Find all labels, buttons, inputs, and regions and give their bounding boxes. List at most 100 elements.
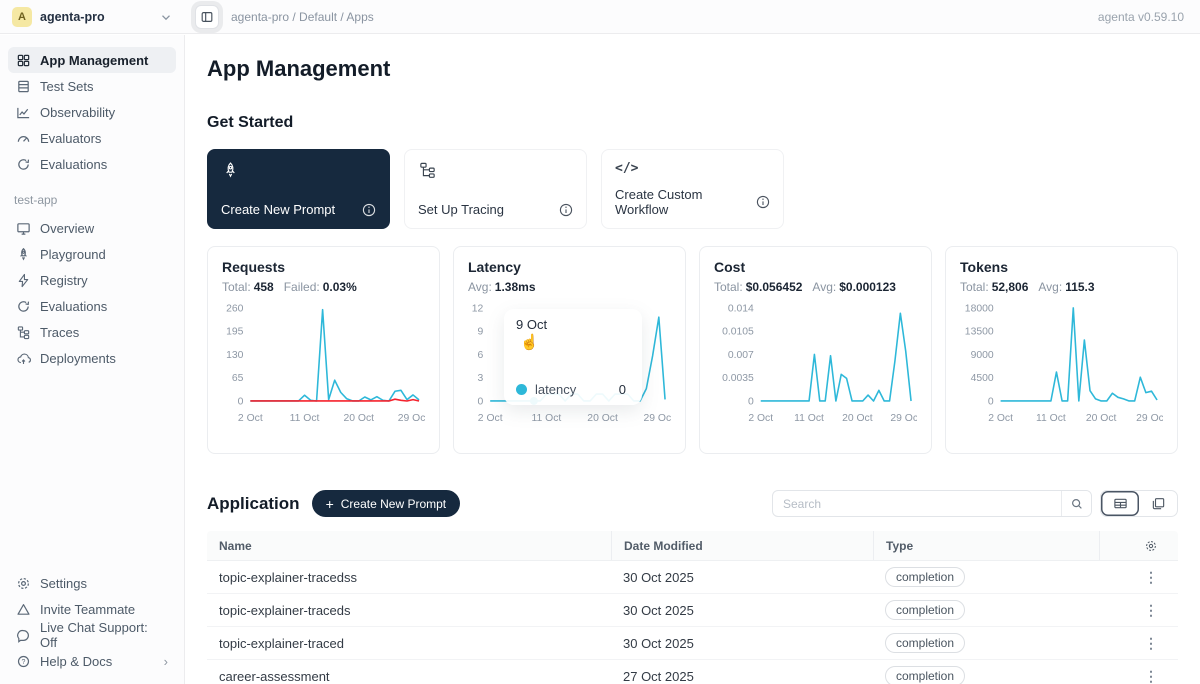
row-menu-icon[interactable]: ⋮ bbox=[1144, 635, 1158, 652]
sidebar-item-settings[interactable]: Settings bbox=[8, 570, 176, 596]
chat-bubble-icon bbox=[16, 628, 31, 643]
card-label: Create New Prompt bbox=[221, 202, 335, 217]
sidebar-item-observability[interactable]: Observability bbox=[8, 99, 176, 125]
app-name: topic-explainer-tracedss bbox=[207, 570, 611, 585]
cost-chart[interactable]: 00.00350.0070.01050.0142 Oct11 Oct20 Oct… bbox=[714, 298, 917, 437]
tracing-tree-icon bbox=[418, 161, 573, 180]
table-view-button[interactable] bbox=[1101, 491, 1139, 516]
svg-text:2 Oct: 2 Oct bbox=[478, 413, 503, 424]
chart-stats: Total:$0.056452Avg:$0.000123 bbox=[714, 280, 917, 294]
row-menu-icon[interactable]: ⋮ bbox=[1144, 602, 1158, 619]
sidebar-item-registry[interactable]: Registry bbox=[8, 267, 176, 293]
refresh-icon bbox=[16, 299, 31, 314]
search-icon[interactable] bbox=[1061, 491, 1091, 516]
card-view-button[interactable] bbox=[1139, 491, 1177, 516]
column-header-type[interactable]: Type bbox=[873, 531, 1099, 560]
sidebar-item-label: Registry bbox=[40, 273, 88, 288]
sidebar-item-deployments[interactable]: Deployments bbox=[8, 345, 176, 371]
topbar: A agenta-pro agenta-pro / Default / Apps… bbox=[0, 0, 1200, 34]
sidebar-item-app-evaluations[interactable]: Evaluations bbox=[8, 293, 176, 319]
sidebar-item-playground[interactable]: Playground bbox=[8, 241, 176, 267]
chart-title: Latency bbox=[468, 259, 671, 275]
sidebar-item-label: Evaluations bbox=[40, 157, 107, 172]
refresh-icon bbox=[16, 157, 31, 172]
app-date-modified: 27 Oct 2025 bbox=[611, 669, 873, 684]
create-new-prompt-button[interactable]: + Create New Prompt bbox=[312, 490, 461, 517]
table-row[interactable]: topic-explainer-tracedss 30 Oct 2025 com… bbox=[207, 561, 1178, 594]
column-header-name[interactable]: Name bbox=[207, 539, 611, 553]
workspace-selector[interactable]: A agenta-pro bbox=[0, 7, 185, 27]
create-button-label: Create New Prompt bbox=[341, 497, 446, 511]
table-row[interactable]: topic-explainer-traceds 30 Oct 2025 comp… bbox=[207, 594, 1178, 627]
svg-text:20 Oct: 20 Oct bbox=[842, 413, 873, 424]
info-icon[interactable] bbox=[756, 195, 770, 209]
card-label: Set Up Tracing bbox=[418, 202, 504, 217]
sidebar-item-evaluations[interactable]: Evaluations bbox=[8, 151, 176, 177]
sidebar-item-label: Evaluators bbox=[40, 131, 101, 146]
sidebar-item-overview[interactable]: Overview bbox=[8, 215, 176, 241]
tooltip-date: 9 Oct bbox=[516, 317, 630, 332]
sidebar-item-label: App Management bbox=[40, 53, 148, 68]
column-header-actions bbox=[1099, 531, 1178, 560]
column-header-date-modified[interactable]: Date Modified bbox=[611, 531, 873, 560]
lightning-icon bbox=[16, 273, 31, 288]
svg-text:0: 0 bbox=[748, 396, 754, 407]
svg-text:20 Oct: 20 Oct bbox=[344, 413, 375, 424]
table-row[interactable]: career-assessment 27 Oct 2025 completion… bbox=[207, 660, 1178, 684]
chart-title: Tokens bbox=[960, 259, 1163, 275]
info-icon[interactable] bbox=[362, 203, 376, 217]
gauge-icon bbox=[16, 131, 31, 146]
monitor-icon bbox=[16, 221, 31, 236]
gear-icon[interactable] bbox=[1144, 539, 1158, 553]
svg-text:4500: 4500 bbox=[971, 373, 994, 384]
table-row[interactable]: topic-explainer-traced 30 Oct 2025 compl… bbox=[207, 627, 1178, 660]
cursor-icon: ☝ bbox=[520, 333, 539, 351]
app-name: topic-explainer-traced bbox=[207, 636, 611, 651]
sidebar-item-invite-teammate[interactable]: Invite Teammate bbox=[8, 596, 176, 622]
sidebar-item-label: Test Sets bbox=[40, 79, 93, 94]
requests-chart[interactable]: 0651301952602 Oct11 Oct20 Oct29 Oct bbox=[222, 298, 425, 437]
create-new-prompt-card[interactable]: Create New Prompt bbox=[207, 149, 390, 229]
line-chart-icon bbox=[16, 105, 31, 120]
gear-icon bbox=[16, 576, 31, 591]
svg-text:9: 9 bbox=[477, 327, 483, 338]
sidebar-item-label: Deployments bbox=[40, 351, 116, 366]
sidebar-collapse-button[interactable] bbox=[195, 5, 219, 29]
create-custom-workflow-card[interactable]: </> Create Custom Workflow bbox=[601, 149, 784, 229]
view-toggle bbox=[1100, 490, 1178, 517]
type-badge: completion bbox=[885, 666, 965, 684]
cost-chart-card: Cost Total:$0.056452Avg:$0.000123 00.003… bbox=[699, 246, 932, 454]
requests-chart-card: Requests Total:458Failed:0.03% 065130195… bbox=[207, 246, 440, 454]
svg-text:0: 0 bbox=[238, 396, 244, 407]
set-up-tracing-card[interactable]: Set Up Tracing bbox=[404, 149, 587, 229]
code-icon: </> bbox=[615, 161, 638, 176]
tokens-chart[interactable]: 04500900013500180002 Oct11 Oct20 Oct29 O… bbox=[960, 298, 1163, 437]
info-icon[interactable] bbox=[559, 203, 573, 217]
row-menu-icon[interactable]: ⋮ bbox=[1144, 668, 1158, 684]
app-name: career-assessment bbox=[207, 669, 611, 684]
sidebar-item-label: Evaluations bbox=[40, 299, 107, 314]
row-menu-icon[interactable]: ⋮ bbox=[1144, 569, 1158, 586]
svg-text:11 Oct: 11 Oct bbox=[1036, 413, 1066, 424]
svg-text:0.014: 0.014 bbox=[728, 303, 754, 314]
chart-hover-tooltip: 9 Oct ☝ latency 0 bbox=[504, 309, 642, 405]
get-started-title: Get Started bbox=[207, 114, 1178, 132]
search-input[interactable] bbox=[773, 497, 1061, 511]
sidebar-item-evaluators[interactable]: Evaluators bbox=[8, 125, 176, 151]
sidebar-item-app-management[interactable]: App Management bbox=[8, 47, 176, 73]
type-badge: completion bbox=[885, 633, 965, 653]
svg-text:0.007: 0.007 bbox=[728, 350, 754, 361]
sidebar-item-live-chat[interactable]: Live Chat Support: Off bbox=[8, 622, 176, 648]
app-date-modified: 30 Oct 2025 bbox=[611, 636, 873, 651]
svg-text:2 Oct: 2 Oct bbox=[238, 413, 263, 424]
invite-teammate-icon bbox=[16, 602, 31, 617]
sidebar-item-traces[interactable]: Traces bbox=[8, 319, 176, 345]
plus-icon: + bbox=[326, 497, 334, 511]
tree-icon bbox=[16, 325, 31, 340]
sidebar-item-help-docs[interactable]: ? Help & Docs › bbox=[8, 648, 176, 674]
tooltip-series-name: latency bbox=[535, 382, 576, 397]
svg-text:0: 0 bbox=[477, 396, 483, 407]
sidebar-item-test-sets[interactable]: Test Sets bbox=[8, 73, 176, 99]
svg-text:20 Oct: 20 Oct bbox=[1086, 413, 1117, 424]
help-icon: ? bbox=[16, 654, 31, 669]
